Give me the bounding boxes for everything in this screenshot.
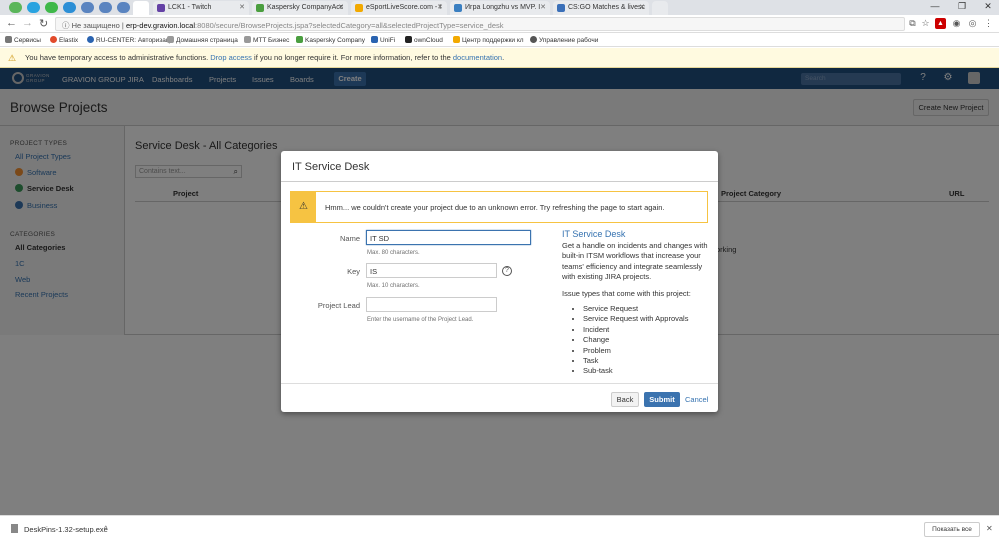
tab-favicon (557, 4, 565, 12)
close-tab-icon[interactable]: ✕ (540, 3, 546, 11)
browser-tab[interactable]: eSportLiveScore.com - I ✕ (351, 1, 447, 15)
list-item: Incident (583, 325, 688, 335)
warning-icon: ⚠ (8, 53, 17, 63)
tab-favicon (454, 4, 462, 12)
browser-tab-strip: LCK1 - Twitch ✕ Kaspersky CompanyAcc ✕ eSp… (0, 0, 999, 15)
extension-icon[interactable]: ◉ (951, 18, 962, 29)
admin-warning-banner: ⚠ You have temporary access to administr… (0, 48, 999, 68)
pinned-tab-icon[interactable] (81, 2, 94, 13)
translate-icon[interactable]: ⧉ (907, 18, 918, 29)
tab-favicon (256, 4, 264, 12)
back-arrow-icon[interactable]: ← (6, 17, 17, 29)
browser-tab[interactable]: Kaspersky CompanyAcc ✕ (252, 1, 348, 15)
minimize-icon[interactable]: — (926, 1, 944, 11)
bookmarks-bar: Сервисы Elastix RU-CENTER: Авторизац Дом… (0, 33, 999, 47)
pinned-tab-icon[interactable] (63, 2, 76, 13)
close-tab-icon[interactable]: ✕ (239, 3, 245, 11)
forward-arrow-icon[interactable]: → (22, 17, 33, 29)
reload-icon[interactable]: ↻ (39, 17, 48, 30)
browser-tab[interactable]: Игра Longzhu vs MVP. I ✕ (450, 1, 550, 15)
issue-types-heading: Issue types that come with this project: (562, 289, 691, 298)
browser-tab[interactable]: CS:GO Matches & livesc ✕ (553, 1, 649, 15)
bookmark-item[interactable]: MTT Бизнес (244, 36, 289, 44)
address-bar-row: ← → ↻ ⓘ Не защищено | erp-dev.gravion.lo… (0, 15, 999, 33)
error-message: ⚠ Hmm... we couldn't create your project… (290, 191, 708, 223)
project-lead-label: Project Lead (317, 301, 360, 310)
submit-button[interactable]: Submit (644, 392, 680, 407)
chevron-up-icon[interactable]: ^ (104, 524, 108, 533)
show-all-button[interactable]: Показать все (924, 522, 980, 537)
name-hint: Max. 80 characters. (367, 250, 420, 256)
create-project-dialog: IT Service Desk ⚠ Hmm... we couldn't cre… (281, 151, 718, 412)
list-item: Service Request with Approvals (583, 314, 688, 324)
template-description: Get a handle on incidents and changes wi… (562, 241, 708, 282)
warning-icon: ⚠ (291, 192, 316, 222)
list-item: Change (583, 335, 688, 345)
new-tab-button[interactable] (652, 1, 668, 15)
bookmark-item[interactable]: Kaspersky Company (296, 36, 365, 44)
pinned-tab-icon[interactable] (45, 2, 58, 13)
pinned-tab-icon[interactable] (27, 2, 40, 13)
error-text: Hmm... we couldn't create your project d… (325, 203, 665, 212)
bookmark-item[interactable]: Elastix (50, 36, 78, 44)
bookmark-item[interactable]: ownCloud (405, 36, 443, 44)
pinned-tab-icon[interactable] (117, 2, 130, 13)
file-icon (11, 524, 18, 533)
close-tab-icon[interactable]: ✕ (437, 3, 443, 11)
bookmark-item[interactable]: UniFi (371, 36, 395, 44)
pinned-tab-icon[interactable] (99, 2, 112, 13)
close-tab-icon[interactable]: ✕ (639, 3, 645, 11)
download-item[interactable]: DeskPins-1.32-setup.exe (11, 524, 108, 534)
help-icon[interactable]: ? (502, 266, 512, 276)
drop-access-link[interactable]: Drop access (210, 53, 252, 62)
name-label: Name (339, 234, 360, 243)
bookmark-item[interactable]: RU-CENTER: Авторизац (87, 36, 170, 44)
divider (281, 383, 718, 384)
maximize-icon[interactable]: ❐ (953, 1, 971, 12)
key-hint: Max. 10 characters. (367, 283, 420, 289)
tab-favicon (355, 4, 363, 12)
name-field[interactable]: IT SD (366, 230, 531, 245)
pinned-tab-icon[interactable] (9, 2, 22, 13)
project-lead-field[interactable] (366, 297, 497, 312)
bookmark-item[interactable]: Домашняя страница (167, 36, 238, 44)
divider (281, 181, 718, 182)
close-window-icon[interactable]: ✕ (979, 1, 997, 12)
tab-favicon (157, 4, 165, 12)
issue-types-list: Service Request Service Request with App… (583, 304, 688, 377)
close-tab-icon[interactable]: ✕ (338, 3, 344, 11)
cancel-link[interactable]: Cancel (685, 395, 708, 404)
bookmark-item[interactable]: Центр поддержки кл (453, 36, 524, 44)
extension-icon[interactable]: ◎ (967, 18, 978, 29)
bookmark-item[interactable]: Управление рабочи (530, 36, 598, 44)
bookmark-apps[interactable]: Сервисы (5, 36, 41, 44)
bookmark-star-icon[interactable]: ☆ (920, 18, 931, 29)
close-icon[interactable]: ✕ (986, 524, 993, 533)
documentation-link[interactable]: documentation (453, 53, 502, 62)
template-title: IT Service Desk (562, 229, 626, 239)
key-field[interactable]: IS (366, 263, 497, 278)
menu-icon[interactable]: ⋮ (983, 18, 994, 29)
pdf-extension-icon[interactable]: ▲ (935, 18, 946, 29)
dialog-title: IT Service Desk (292, 161, 370, 173)
url-input[interactable]: ⓘ Не защищено | erp-dev.gravion.local:80… (55, 17, 905, 31)
active-tab[interactable] (133, 1, 149, 15)
browser-tab[interactable]: LCK1 - Twitch ✕ (153, 1, 249, 15)
list-item: Problem (583, 346, 688, 356)
project-lead-hint: Enter the username of the Project Lead. (367, 317, 474, 323)
security-label: Не защищено (71, 21, 120, 30)
url-path: :8080/secure/BrowseProjects.jspa?selecte… (195, 21, 504, 30)
download-bar: DeskPins-1.32-setup.exe ^ Показать все ✕ (0, 515, 999, 541)
back-button[interactable]: Back (611, 392, 639, 407)
list-item: Service Request (583, 304, 688, 314)
list-item: Sub-task (583, 366, 688, 376)
info-icon[interactable]: ⓘ (62, 21, 72, 30)
url-host: erp-dev.gravion.local (125, 21, 196, 30)
list-item: Task (583, 356, 688, 366)
key-label: Key (347, 267, 360, 276)
